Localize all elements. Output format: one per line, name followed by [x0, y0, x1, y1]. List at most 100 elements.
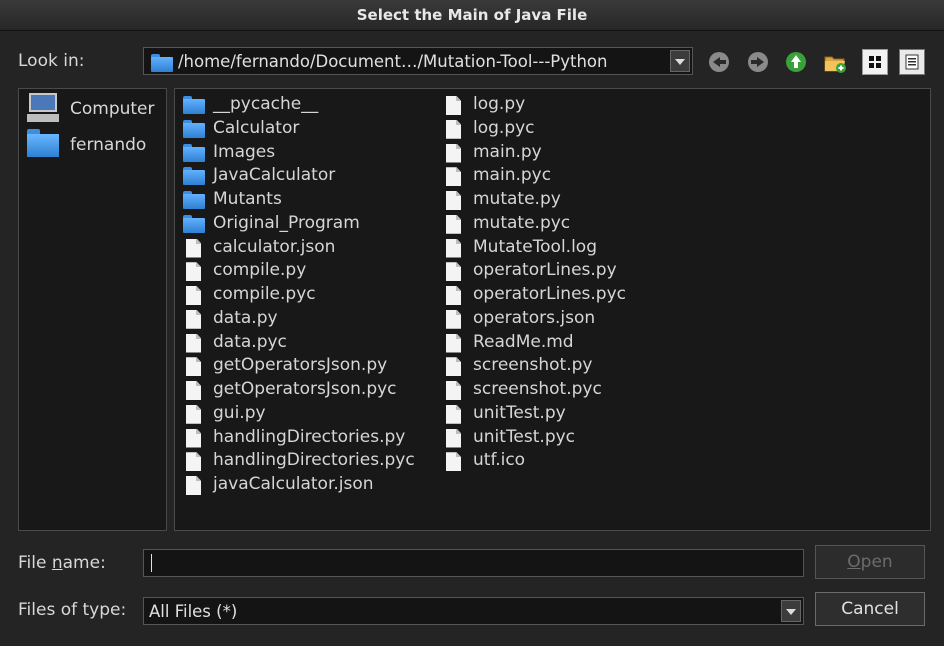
file-icon	[443, 238, 461, 258]
file-type-label: Files of type:	[18, 600, 127, 620]
file-name: Mutants	[213, 189, 282, 209]
file-icon	[443, 286, 461, 305]
file-icon	[183, 286, 201, 305]
file-name: JavaCalculator	[213, 165, 336, 186]
chevron-down-icon[interactable]	[670, 50, 690, 72]
file-icon	[183, 476, 201, 495]
folder-icon	[27, 129, 59, 157]
file-icon	[183, 238, 201, 258]
file-name: screenshot.py	[473, 355, 593, 376]
look-in-combo[interactable]: /home/fernando/Document…/Mutation-Tool--…	[143, 47, 693, 75]
file-name: getOperatorsJson.pyc	[213, 379, 397, 399]
file-icon	[183, 381, 201, 400]
file-icon	[443, 404, 461, 424]
chevron-down-icon[interactable]	[781, 600, 801, 622]
file-name-input[interactable]	[143, 549, 804, 577]
back-arrow-icon	[709, 52, 729, 72]
file-icon	[183, 357, 201, 377]
file-icon	[443, 309, 461, 329]
file-name: operatorLines.py	[473, 260, 617, 281]
file-type-combo[interactable]: All Files (*)	[143, 597, 804, 625]
file-name: operators.json	[473, 307, 596, 328]
open-button[interactable]: Open	[815, 545, 925, 579]
file-icon	[443, 333, 461, 353]
sidebar-item-computer[interactable]: Computer	[27, 93, 155, 125]
file-name-label: File name:	[18, 553, 106, 573]
sidebar-item-label: fernando	[70, 135, 147, 155]
file-name: data.py	[213, 307, 278, 328]
icon-view-button[interactable]	[862, 49, 888, 75]
file-icon	[183, 309, 201, 329]
computer-icon	[27, 93, 59, 123]
file-name: screenshot.pyc	[473, 379, 602, 399]
file-name: ReadMe.md	[473, 331, 574, 352]
sidebar-item-label: Computer	[70, 99, 155, 119]
file-name: Images	[213, 141, 276, 162]
file-icon	[183, 333, 201, 353]
file-icon	[443, 381, 461, 400]
file-icon	[183, 262, 201, 282]
places-sidebar: Computer fernando	[18, 88, 167, 531]
file-icon	[443, 143, 461, 163]
detail-view-button[interactable]	[899, 49, 925, 75]
file-name: mutate.py	[473, 189, 561, 209]
file-name: javaCalculator.json	[213, 474, 374, 494]
file-name: log.pyc	[473, 117, 535, 138]
file-name: unitTest.pyc	[473, 426, 576, 447]
window-title: Select the Main of Java File	[0, 0, 944, 31]
new-folder-button[interactable]	[822, 49, 848, 75]
file-icon	[443, 452, 461, 472]
file-name: log.py	[473, 94, 526, 114]
file-name: MutateTool.log	[473, 236, 597, 257]
detail-view-icon	[905, 54, 919, 70]
file-icon	[443, 357, 461, 377]
file-name: handlingDirectories.py	[213, 426, 406, 447]
file-name: unitTest.py	[473, 402, 566, 423]
look-in-label: Look in:	[18, 51, 85, 71]
file-name: getOperatorsJson.py	[213, 355, 388, 376]
open-mnemonic: O	[847, 552, 861, 572]
file-type-value: All Files (*)	[149, 602, 238, 621]
file-name: operatorLines.pyc	[473, 284, 626, 304]
file-name: handlingDirectories.pyc	[213, 450, 415, 471]
file-icon	[183, 428, 201, 448]
file-icon	[183, 452, 201, 472]
file-name: main.py	[473, 141, 542, 162]
cancel-button[interactable]: Cancel	[815, 592, 925, 626]
file-name: Calculator	[213, 117, 300, 138]
file-icon	[443, 214, 461, 234]
folder-icon	[183, 96, 205, 114]
file-name: __pycache__	[213, 94, 319, 114]
look-in-path: /home/fernando/Document…/Mutation-Tool--…	[178, 52, 608, 71]
folder-icon	[183, 167, 205, 186]
sidebar-item-fernando[interactable]: fernando	[27, 129, 146, 161]
new-folder-icon	[824, 56, 846, 73]
file-name: calculator.json	[213, 236, 336, 257]
folder-icon	[183, 143, 205, 162]
file-name: Original_Program	[213, 212, 360, 233]
file-dialog: Look in: /home/fernando/Document…/Mutati…	[0, 31, 944, 646]
parent-directory-button[interactable]	[783, 49, 809, 75]
folder-icon	[183, 119, 205, 138]
file-icon	[443, 428, 461, 448]
label-mnemonic: n	[51, 553, 63, 573]
open-label: pen	[860, 552, 893, 572]
up-arrow-icon	[786, 52, 806, 72]
file-icon	[443, 191, 461, 210]
folder-icon	[151, 54, 173, 72]
file-list: __pycache__ Calculator Images JavaCalculato…	[174, 88, 931, 531]
folder-icon	[183, 214, 205, 233]
file-name: compile.pyc	[213, 284, 316, 304]
file-name: gui.py	[213, 402, 266, 423]
file-name: data.pyc	[213, 331, 287, 352]
file-name: mutate.pyc	[473, 212, 571, 233]
folder-icon	[183, 191, 205, 209]
label-text: ame:	[62, 553, 106, 573]
file-name: compile.py	[213, 260, 307, 281]
file-icon	[183, 404, 201, 424]
back-button[interactable]	[706, 49, 732, 75]
forward-button[interactable]	[745, 49, 771, 75]
icon-view-icon	[869, 56, 881, 68]
file-name: main.pyc	[473, 165, 552, 186]
text-caret	[151, 554, 152, 572]
